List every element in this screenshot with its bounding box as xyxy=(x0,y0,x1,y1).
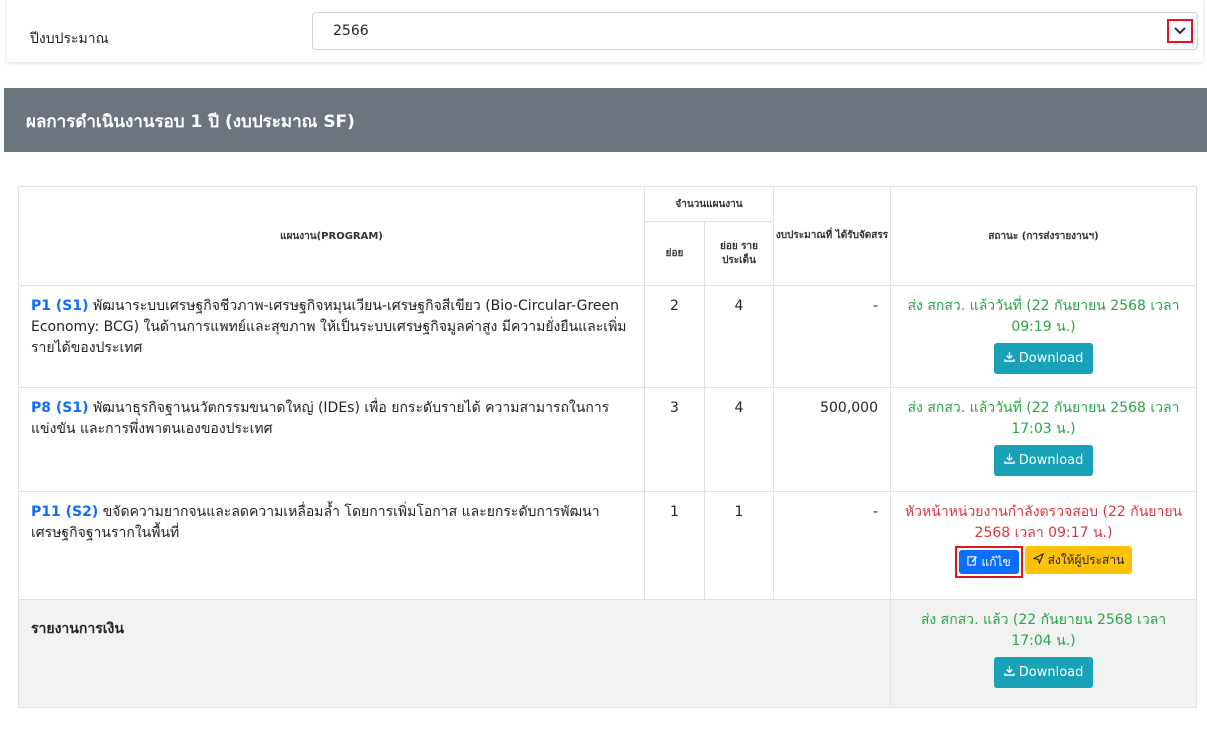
status-cell: หัวหน้าหน่วยงานกำลังตรวจสอบ (22 กันยายน … xyxy=(890,491,1197,600)
sub-issue-count: 4 xyxy=(704,387,774,492)
download-icon xyxy=(1003,665,1015,676)
program-code-link[interactable]: P1 (S1) xyxy=(31,298,89,314)
program-name: ขจัดความยากจนและลดความเหลื่อมล้ำ โดยการเ… xyxy=(31,504,600,541)
program-code-link[interactable]: P8 (S1) xyxy=(31,400,89,416)
program-name: พัฒนาธุรกิจฐานนวัตกรรมขนาดใหญ่ (IDEs) เพ… xyxy=(31,400,610,437)
send-icon xyxy=(1031,552,1044,565)
edit-label: แก้ไข xyxy=(981,555,1011,569)
fiscal-year-value: 2566 xyxy=(333,23,369,39)
header-status: สถานะ (การส่งรายงานฯ) xyxy=(890,186,1197,286)
fiscal-year-select[interactable]: 2566 xyxy=(312,12,1198,50)
status-cell: ส่ง สกสว. แล้ววันที่ (22 กันยายน 2568 เว… xyxy=(890,387,1197,492)
status-text: หัวหน้าหน่วยงานกำลังตรวจสอบ (22 กันยายน … xyxy=(904,504,1183,541)
download-icon xyxy=(1003,453,1015,464)
download-button[interactable]: Download xyxy=(993,343,1094,374)
send-label: ส่งให้ผู้ประสาน xyxy=(1047,553,1125,567)
budget-value: 500,000 xyxy=(773,387,891,492)
finance-status-cell: ส่ง สกสว. แล้ว (22 กันยายน 2568 เวลา 17:… xyxy=(890,599,1197,708)
table-row: P11 (S2) ขจัดความยากจนและลดความเหลื่อมล้… xyxy=(18,491,1197,600)
status-cell: ส่ง สกสว. แล้ววันที่ (22 กันยายน 2568 เว… xyxy=(890,285,1197,388)
sub-issue-count: 4 xyxy=(704,285,774,388)
sub-count: 2 xyxy=(644,285,705,388)
header-budget: งบประมาณที่ ได้รับจัดสรร xyxy=(773,186,891,286)
program-code-link[interactable]: P11 (S2) xyxy=(31,504,98,520)
download-label: Download xyxy=(1018,351,1084,366)
budget-value: - xyxy=(773,491,891,600)
status-text: ส่ง สกสว. แล้ววันที่ (22 กันยายน 2568 เว… xyxy=(907,400,1180,437)
panel-header: ผลการดำเนินงานรอบ 1 ปี (งบประมาณ SF) xyxy=(4,88,1207,152)
program-cell: P8 (S1) พัฒนาธุรกิจฐานนวัตกรรมขนาดใหญ่ (… xyxy=(18,387,645,492)
chevron-down-icon[interactable] xyxy=(1167,19,1193,43)
download-label: Download xyxy=(1018,453,1084,468)
header-sub-issue: ย่อย ราย ประเด็น xyxy=(704,221,774,286)
header-program: แผนงาน(PROGRAM) xyxy=(18,186,645,286)
download-button[interactable]: Download xyxy=(993,445,1094,476)
status-text: ส่ง สกสว. แล้ววันที่ (22 กันยายน 2568 เว… xyxy=(907,298,1180,335)
finance-download-button[interactable]: Download xyxy=(993,657,1094,688)
edit-button[interactable]: แก้ไข xyxy=(958,550,1019,574)
header-count-group: จำนวนแผนงาน xyxy=(644,186,774,222)
header-sub: ย่อย xyxy=(644,221,705,286)
table-row: P8 (S1) พัฒนาธุรกิจฐานนวัตกรรมขนาดใหญ่ (… xyxy=(18,387,1197,492)
program-cell: P11 (S2) ขจัดความยากจนและลดความเหลื่อมล้… xyxy=(18,491,645,600)
table-row: P1 (S1) พัฒนาระบบเศรษฐกิจชีวภาพ-เศรษฐกิจ… xyxy=(18,285,1197,388)
sub-count: 3 xyxy=(644,387,705,492)
download-label: Download xyxy=(1018,665,1084,680)
finance-row: รายงานการเงิน ส่ง สกสว. แล้ว (22 กันยายน… xyxy=(18,599,1197,708)
fiscal-year-label: ปีงบประมาณ xyxy=(30,31,109,47)
finance-status-text: ส่ง สกสว. แล้ว (22 กันยายน 2568 เวลา 17:… xyxy=(920,612,1167,649)
sub-count: 1 xyxy=(644,491,705,600)
fiscal-year-filter-card: ปีงบประมาณ 2566 xyxy=(7,0,1203,62)
budget-value: - xyxy=(773,285,891,388)
results-panel: ผลการดำเนินงานรอบ 1 ปี (งบประมาณ SF) แผน… xyxy=(4,88,1207,733)
panel-title: ผลการดำเนินงานรอบ 1 ปี (งบประมาณ SF) xyxy=(26,112,355,132)
download-icon xyxy=(1003,351,1015,362)
program-table: แผนงาน(PROGRAM) จำนวนแผนงาน งบประมาณที่ … xyxy=(18,186,1197,708)
panel-body: แผนงาน(PROGRAM) จำนวนแผนงาน งบประมาณที่ … xyxy=(4,152,1207,733)
edit-icon xyxy=(967,556,977,566)
edit-button-highlight: แก้ไข xyxy=(954,546,1023,578)
program-cell: P1 (S1) พัฒนาระบบเศรษฐกิจชีวภาพ-เศรษฐกิจ… xyxy=(18,285,645,388)
sub-issue-count: 1 xyxy=(704,491,774,600)
program-name: พัฒนาระบบเศรษฐกิจชีวภาพ-เศรษฐกิจหมุนเวีย… xyxy=(31,298,627,356)
finance-label: รายงานการเงิน xyxy=(18,599,891,708)
send-to-coordinator-button[interactable]: ส่งให้ผู้ประสาน xyxy=(1024,546,1133,574)
